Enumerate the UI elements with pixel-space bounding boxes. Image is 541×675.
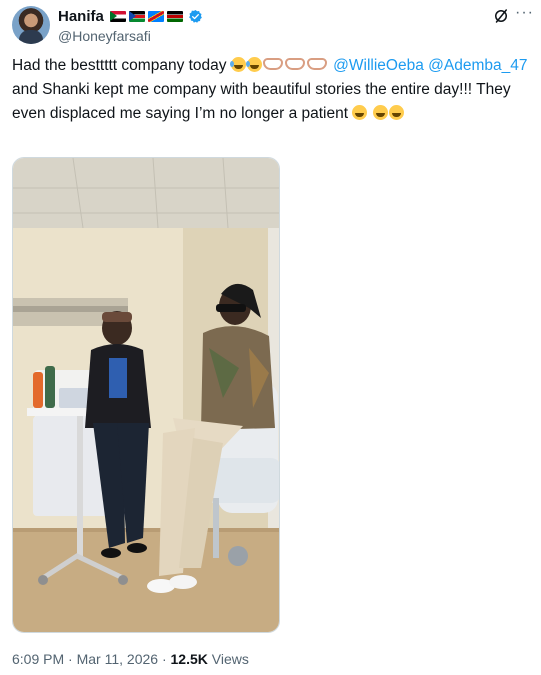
tweet-text-part-1: Had the besttttt company today [12, 57, 227, 74]
south-sudan-flag-icon [128, 11, 145, 22]
tweet-text-part-2: and Shanki kept me company with beautifu… [12, 81, 511, 122]
name-row: Hanifa [58, 8, 203, 25]
heart-hands-emoji-icon [284, 58, 305, 70]
tweet-date[interactable]: Mar 11, 2026 [77, 651, 158, 667]
grok-icon[interactable] [492, 7, 510, 25]
verified-badge-icon[interactable] [188, 9, 203, 24]
mention-willieoeba[interactable]: @WillieOeba [333, 57, 424, 74]
views-label: Views [211, 651, 249, 667]
display-name[interactable]: Hanifa [58, 8, 104, 25]
grinning-squint-emoji-icon [372, 105, 388, 120]
laughing-tears-emoji-icon [245, 57, 262, 72]
avatar[interactable] [12, 6, 50, 44]
tweet-time[interactable]: 6:09 PM [12, 651, 64, 667]
tweet-photo[interactable] [12, 157, 280, 633]
heart-hands-emoji-icon [262, 58, 283, 70]
tweet-meta: 6:09 PM · Mar 11, 2026 · 12.5K Views [12, 651, 249, 667]
dr-congo-flag-icon [147, 11, 164, 22]
kenya-flag-icon [166, 11, 183, 22]
tweet-header: Hanifa @Honeyfarsafi ··· [12, 5, 534, 46]
grinning-squint-emoji-icon [388, 105, 404, 120]
heart-hands-emoji-icon [306, 58, 327, 70]
handle[interactable]: @Honeyfarsafi [58, 28, 151, 44]
meta-separator: · [161, 651, 167, 667]
sudan-flag-icon [109, 11, 126, 22]
meta-separator: · [68, 651, 73, 667]
tweet-text: Had the besttttt company today @WillieOe… [12, 54, 532, 126]
grinning-squint-emoji-icon [352, 105, 368, 120]
views-count[interactable]: 12.5K [171, 651, 208, 667]
mention-ademba47[interactable]: @Ademba_47 [428, 57, 527, 74]
hospital-room-photo [13, 158, 279, 632]
laughing-tears-emoji-icon [229, 57, 246, 72]
more-options-icon[interactable]: ··· [515, 5, 534, 21]
